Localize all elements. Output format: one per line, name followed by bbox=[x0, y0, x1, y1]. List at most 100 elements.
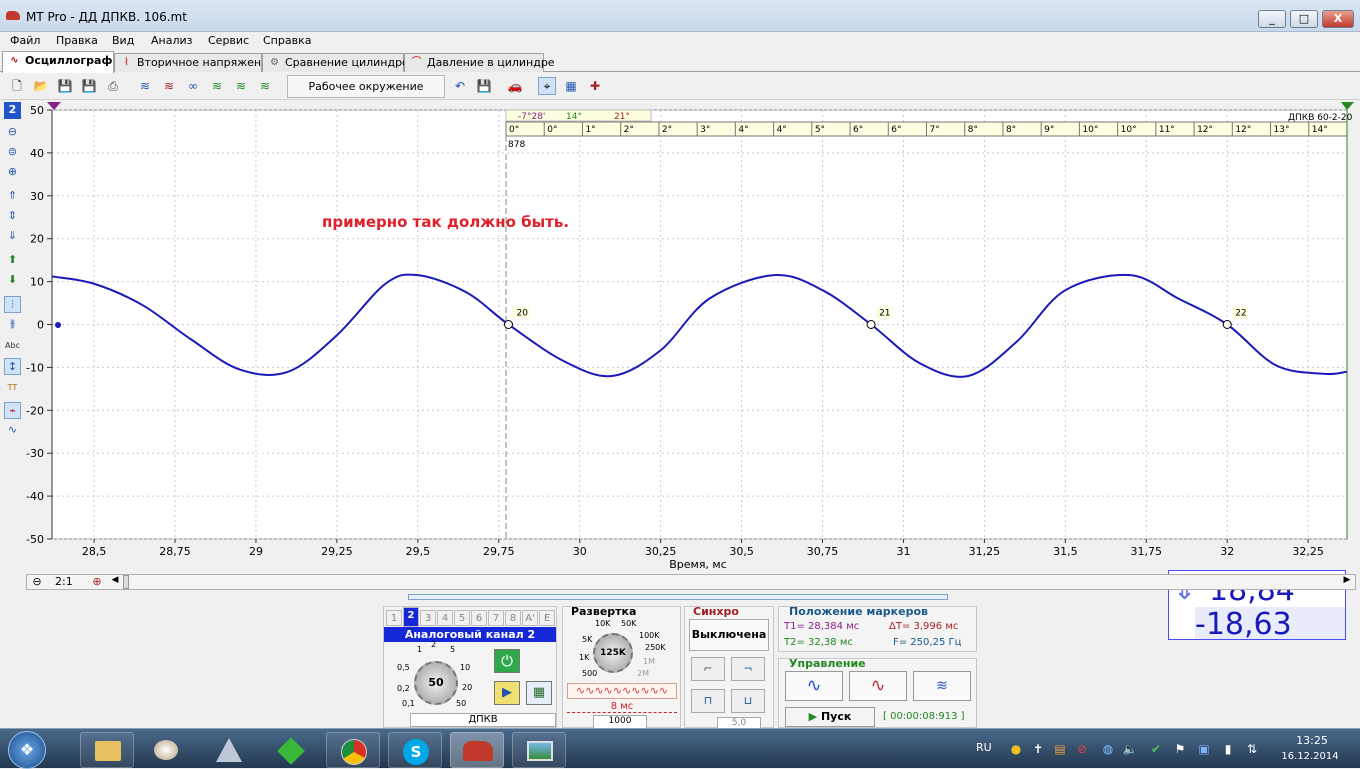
environment-dropdown[interactable]: Рабочее окружение bbox=[287, 75, 445, 98]
waves-split-icon[interactable]: ∞ bbox=[184, 77, 202, 95]
channel-tab-3[interactable]: 3 bbox=[420, 610, 436, 626]
channel-name: Аналоговый канал 2 bbox=[384, 627, 556, 642]
paint-icon[interactable] bbox=[140, 732, 194, 768]
waves-cross-icon[interactable]: ≋ bbox=[160, 77, 178, 95]
explorer-icon[interactable] bbox=[80, 732, 134, 768]
new-file-icon[interactable]: 🗋 bbox=[8, 77, 26, 95]
maximize-button[interactable]: □ bbox=[1290, 10, 1318, 28]
ruler-label: 7° bbox=[930, 125, 940, 135]
undo-icon[interactable]: ↶ bbox=[451, 77, 469, 95]
channel-tab-1[interactable]: 1 bbox=[386, 610, 402, 626]
scroll-left-icon[interactable]: ◀ bbox=[109, 575, 121, 589]
tray-no-icon[interactable]: ⊘ bbox=[1074, 741, 1090, 757]
marker-t1-flag[interactable] bbox=[47, 102, 61, 110]
close-button[interactable]: X bbox=[1322, 10, 1354, 28]
sweep-scale-label: 50K bbox=[621, 619, 637, 628]
app-triangle-icon[interactable] bbox=[202, 732, 256, 768]
channel-tab-2[interactable]: 2 bbox=[403, 607, 419, 627]
oscilloscope-chart[interactable]: 50 40 30 20 10 0 -10 -20 -30 -40 -50 28,5 28,75 29 29… bbox=[0, 100, 1360, 574]
minimize-button[interactable]: _ bbox=[1258, 10, 1286, 28]
channel-tab-5[interactable]: 5 bbox=[454, 610, 470, 626]
save-icon[interactable]: 💾 bbox=[56, 77, 74, 95]
x-tick-label: 31,75 bbox=[1131, 545, 1163, 558]
channel-tab-A'[interactable]: A' bbox=[522, 610, 538, 626]
waves-icon[interactable]: ≋ bbox=[136, 77, 154, 95]
channel-tab-7[interactable]: 7 bbox=[488, 610, 504, 626]
marker-t2-flag[interactable] bbox=[1341, 102, 1354, 110]
clock-time[interactable]: 13:25 bbox=[1284, 734, 1340, 747]
tooth-marker bbox=[1222, 320, 1232, 329]
sweep-knob[interactable]: 125K bbox=[593, 633, 633, 673]
tray-network-icon[interactable]: ⇅ bbox=[1244, 741, 1260, 757]
menu-edit[interactable]: Правка bbox=[56, 34, 98, 47]
waves-info-icon[interactable]: ≋ bbox=[232, 77, 250, 95]
channel-tab-6[interactable]: 6 bbox=[471, 610, 487, 626]
fit-icon[interactable]: ✚ bbox=[586, 77, 604, 95]
time-scrollbar[interactable]: ⊖ 2:1 ⊕ ◀ ▶ bbox=[26, 574, 1356, 590]
sync-state-button[interactable]: Выключена bbox=[689, 619, 769, 651]
app-green-icon[interactable] bbox=[264, 732, 318, 768]
panel-splitter[interactable] bbox=[408, 594, 948, 600]
rising-edge-icon[interactable]: ⌐ bbox=[691, 657, 725, 681]
open-folder-icon[interactable]: 📂 bbox=[32, 77, 50, 95]
tab-secondary-voltage[interactable]: ⌇ Вторичное напряжение bbox=[114, 53, 275, 72]
tab-cylinder-pressure[interactable]: ⌒ Давление в цилиндре bbox=[404, 53, 555, 72]
image-viewer-icon[interactable] bbox=[512, 732, 566, 768]
sensor-name[interactable]: ДПКВ bbox=[410, 713, 556, 727]
sine-capture-icon[interactable]: ∿ bbox=[849, 671, 907, 701]
tray-globe-icon[interactable]: ◍ bbox=[1100, 741, 1116, 757]
falling-edge-icon[interactable]: ¬ bbox=[731, 657, 765, 681]
tray-cross-icon[interactable]: ✝ bbox=[1030, 741, 1046, 757]
tray-folder-icon[interactable]: ▤ bbox=[1052, 741, 1068, 757]
mtpro-icon[interactable] bbox=[450, 732, 504, 768]
start-button[interactable]: ▶ Пуск bbox=[785, 707, 875, 727]
save-env-icon[interactable]: 💾 bbox=[475, 77, 493, 95]
tray-flag-icon[interactable]: ⚑ bbox=[1172, 741, 1188, 757]
pulse-down-icon[interactable]: ⊔ bbox=[731, 689, 765, 713]
waves-check-icon[interactable]: ≋ bbox=[208, 77, 226, 95]
car-icon[interactable]: 🚗 bbox=[506, 77, 524, 95]
scroll-right-icon[interactable]: ▶ bbox=[1341, 575, 1353, 589]
sweep-wave-icon: ∿∿∿∿∿∿∿∿∿∿ bbox=[567, 683, 677, 699]
channel-tab-E[interactable]: E bbox=[539, 610, 555, 626]
tray-shield-icon[interactable]: ● bbox=[1008, 741, 1024, 757]
menu-analysis[interactable]: Анализ bbox=[151, 34, 193, 47]
menu-help[interactable]: Справка bbox=[263, 34, 311, 47]
tab-oscilloscope[interactable]: ∿ Осциллограф bbox=[2, 51, 114, 73]
power-icon[interactable]: ⏻ bbox=[494, 649, 520, 673]
scroll-thumb[interactable] bbox=[123, 575, 129, 589]
spectrum-icon[interactable]: ▦ bbox=[562, 77, 580, 95]
samples-input[interactable]: 1000 bbox=[593, 715, 647, 729]
print-icon[interactable]: ⎙ bbox=[104, 77, 122, 95]
clock-date[interactable]: 16.12.2014 bbox=[1276, 751, 1344, 762]
menu-service[interactable]: Сервис bbox=[208, 34, 249, 47]
tray-speaker-icon[interactable]: 🔈 bbox=[1122, 741, 1138, 757]
multi-wave-icon[interactable]: ≋ bbox=[913, 671, 971, 701]
single-wave-icon[interactable]: ∿ bbox=[785, 671, 843, 701]
volts-knob[interactable]: 50 bbox=[414, 661, 458, 705]
zoom-in-icon[interactable]: ⊕ bbox=[89, 575, 105, 589]
marker-delta-t: ΔT= 3,996 мс bbox=[889, 621, 959, 632]
zero-level-marker[interactable] bbox=[55, 322, 61, 328]
language-indicator[interactable]: RU bbox=[976, 741, 992, 754]
tab-cylinder-compare[interactable]: ⚙ Сравнение цилиндров bbox=[262, 53, 415, 72]
calculator-icon[interactable]: ▦ bbox=[526, 681, 552, 705]
pulse-up-icon[interactable]: ⊓ bbox=[691, 689, 725, 713]
start-menu-icon[interactable]: ❖ bbox=[8, 731, 46, 769]
waves-ok-icon[interactable]: ≋ bbox=[256, 77, 274, 95]
play-icon[interactable]: ▶ bbox=[494, 681, 520, 705]
zoom-out-icon[interactable]: ⊖ bbox=[29, 575, 45, 589]
menu-view[interactable]: Вид bbox=[112, 34, 134, 47]
menu-file[interactable]: Файл bbox=[10, 34, 40, 47]
cursor-icon[interactable]: ⌖ bbox=[538, 77, 556, 95]
tray-signal-icon[interactable]: ▮ bbox=[1220, 741, 1236, 757]
tray-check-icon[interactable]: ✔ bbox=[1148, 741, 1164, 757]
chrome-icon[interactable] bbox=[326, 732, 380, 768]
channel-tab-4[interactable]: 4 bbox=[437, 610, 453, 626]
tray-monitor-icon[interactable]: ▣ bbox=[1196, 741, 1212, 757]
save-as-icon[interactable]: 💾 bbox=[80, 77, 98, 95]
channel-tab-8[interactable]: 8 bbox=[505, 610, 521, 626]
x-tick-label: 29,25 bbox=[321, 545, 353, 558]
tab-label: Сравнение цилиндров bbox=[285, 56, 416, 69]
skype-icon[interactable]: S bbox=[388, 732, 442, 768]
